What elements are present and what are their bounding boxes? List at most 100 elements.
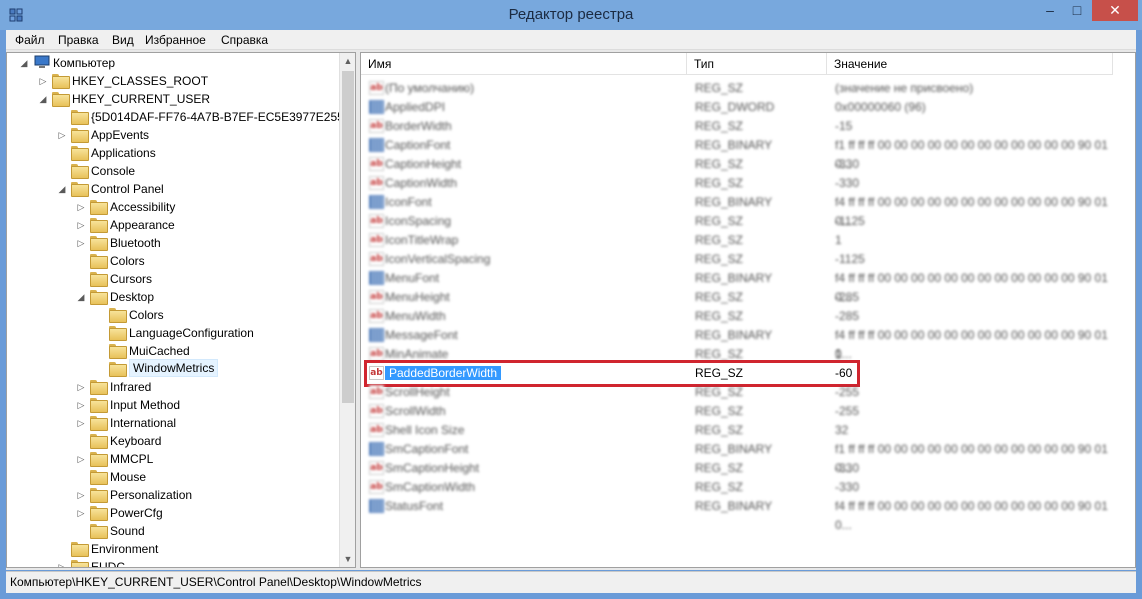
collapse-arrow-icon[interactable]: ◢ xyxy=(57,180,67,198)
expand-arrow-icon[interactable]: ▷ xyxy=(76,504,86,522)
value-row[interactable]: ab MenuHeight REG_SZ -285 xyxy=(361,288,1121,307)
value-name: StatusFont xyxy=(385,497,443,516)
expand-arrow-icon[interactable]: ▷ xyxy=(76,216,86,234)
maximize-button[interactable]: □ xyxy=(1063,0,1091,21)
values-list[interactable]: Имя Тип Значение ab (По умолчанию) REG_SZ(… xyxy=(360,52,1136,568)
tree-item[interactable]: MuiCached xyxy=(7,342,337,360)
tree-item[interactable]: ▷ Bluetooth xyxy=(7,234,337,252)
collapse-arrow-icon[interactable]: ◢ xyxy=(19,54,29,72)
folder-icon xyxy=(90,380,108,395)
column-header-data[interactable]: Значение xyxy=(827,53,1113,75)
folder-icon xyxy=(71,182,89,197)
value-row[interactable]: StatusFont REG_BINARY f4 ff ff ff 00 00 00… xyxy=(361,497,1121,532)
tree-label: Keyboard xyxy=(110,434,162,448)
value-data: 1 xyxy=(835,233,842,247)
scroll-down-arrow-icon[interactable]: ▼ xyxy=(340,551,355,567)
value-row[interactable]: ab ScrollWidth REG_SZ -255 xyxy=(361,402,1121,421)
value-row[interactable]: ab SmCaptionWidth REG_SZ -330 xyxy=(361,478,1121,497)
tree-item[interactable]: LanguageConfiguration xyxy=(7,324,337,342)
value-name-text: IconFont xyxy=(385,195,432,209)
value-data: -1125 xyxy=(835,214,865,228)
tree-item[interactable]: WindowMetrics xyxy=(7,359,337,378)
tree-item[interactable]: Sound xyxy=(7,522,337,540)
tree-item[interactable]: ◢ Desktop xyxy=(7,288,337,306)
tree-item[interactable]: ▷ Accessibility xyxy=(7,198,337,216)
value-row[interactable]: ab CaptionHeight REG_SZ -330 xyxy=(361,155,1121,174)
menu-file[interactable]: Файл xyxy=(15,33,45,47)
column-header-name[interactable]: Имя xyxy=(361,53,687,75)
value-type: REG_SZ xyxy=(695,233,744,247)
expand-arrow-icon[interactable]: ▷ xyxy=(38,72,48,90)
menu-view[interactable]: Вид xyxy=(112,33,134,47)
expand-arrow-icon[interactable]: ▷ xyxy=(57,558,67,567)
value-row[interactable]: SmCaptionFont REG_BINARY f1 ff ff ff 00 00… xyxy=(361,440,1121,475)
tree-item[interactable]: ▷ Input Method xyxy=(7,396,337,414)
tree-item[interactable]: {5D014DAF-FF76-4A7B-B7EF-EC5E3977E255} xyxy=(7,108,348,126)
tree-item[interactable]: ◢ Control Panel xyxy=(7,180,337,198)
expand-arrow-icon[interactable]: ▷ xyxy=(76,450,86,468)
value-row[interactable]: ab IconSpacing REG_SZ -1125 xyxy=(361,212,1121,231)
expand-arrow-icon[interactable]: ▷ xyxy=(76,234,86,252)
tree-item[interactable]: ▷ EUDC xyxy=(7,558,337,567)
value-row[interactable]: ab MenuWidth REG_SZ -285 xyxy=(361,307,1121,326)
value-row[interactable]: MenuFont REG_BINARY f4 ff ff ff 00 00 00 0… xyxy=(361,269,1121,304)
menu-favorites[interactable]: Избранное xyxy=(145,33,206,47)
expand-arrow-icon[interactable]: ▷ xyxy=(76,198,86,216)
value-name-text: IconTitleWrap xyxy=(385,233,459,247)
value-row[interactable]: ab IconTitleWrap REG_SZ 1 xyxy=(361,231,1121,250)
tree-item[interactable]: Cursors xyxy=(7,270,337,288)
tree-item[interactable]: ◢ HKEY_CURRENT_USER xyxy=(7,90,337,108)
tree-item[interactable]: Mouse xyxy=(7,468,337,486)
expand-arrow-icon[interactable]: ▷ xyxy=(76,414,86,432)
key-tree[interactable]: ◢ Компьютер ▷ HKEY_CLASSES_ROOT ◢ HKEY_CURR… xyxy=(6,52,356,568)
expand-arrow-icon[interactable]: ▷ xyxy=(76,396,86,414)
tree-item-computer[interactable]: ◢ Компьютер xyxy=(7,54,337,72)
scroll-thumb[interactable] xyxy=(342,71,354,403)
collapse-arrow-icon[interactable]: ◢ xyxy=(76,288,86,306)
menu-edit[interactable]: Правка xyxy=(58,33,99,47)
tree-item[interactable]: ▷ PowerCfg xyxy=(7,504,337,522)
value-row[interactable]: ab (По умолчанию) REG_SZ (значение не присв… xyxy=(361,79,1121,98)
tree-item[interactable]: Colors xyxy=(7,252,337,270)
value-type: REG_SZ xyxy=(695,309,744,323)
value-row[interactable]: MessageFont REG_BINARY f4 ff ff ff 00 00 0… xyxy=(361,326,1121,361)
expand-arrow-icon[interactable]: ▷ xyxy=(57,126,67,144)
string-value-icon: ab xyxy=(369,385,384,399)
value-row[interactable]: IconFont REG_BINARY f4 ff ff ff 00 00 00 0… xyxy=(361,193,1121,228)
value-row[interactable]: CaptionFont REG_BINARY f1 ff ff ff 00 00 0… xyxy=(361,136,1121,171)
expand-arrow-icon[interactable]: ▷ xyxy=(76,486,86,504)
tree-item[interactable]: ▷ HKEY_CLASSES_ROOT xyxy=(7,72,337,90)
value-row[interactable]: ab BorderWidth REG_SZ -15 xyxy=(361,117,1121,136)
scroll-up-arrow-icon[interactable]: ▲ xyxy=(340,53,355,69)
value-row[interactable]: ab IconVerticalSpacing REG_SZ -1125 xyxy=(361,250,1121,269)
value-row[interactable]: ab Shell Icon Size REG_SZ 32 xyxy=(361,421,1121,440)
tree-item[interactable]: ▷ Appearance xyxy=(7,216,337,234)
value-name: ScrollHeight xyxy=(385,383,450,402)
tree-item[interactable]: ▷ Infrared xyxy=(7,378,337,396)
value-row[interactable]: AppliedDPI REG_DWORD 0x00000060 (96) xyxy=(361,98,1121,117)
close-button[interactable]: ✕ xyxy=(1092,0,1138,21)
tree-item[interactable]: ▷ AppEvents xyxy=(7,126,337,144)
collapse-arrow-icon[interactable]: ◢ xyxy=(38,90,48,108)
tree-item[interactable]: Environment xyxy=(7,540,337,558)
value-name: IconFont xyxy=(385,193,432,212)
expand-arrow-icon[interactable]: ▷ xyxy=(76,378,86,396)
column-header-type[interactable]: Тип xyxy=(687,53,827,75)
tree-item[interactable]: ▷ MMCPL xyxy=(7,450,337,468)
tree-scrollbar[interactable]: ▲ ▼ xyxy=(339,53,355,567)
tree-item[interactable]: Colors xyxy=(7,306,337,324)
tree-item[interactable]: Keyboard xyxy=(7,432,337,450)
value-row[interactable]: ab ScrollHeight REG_SZ -255 xyxy=(361,383,1121,402)
string-value-icon: ab xyxy=(369,480,384,494)
tree-item[interactable]: ▷ Personalization xyxy=(7,486,337,504)
value-row[interactable]: ab SmCaptionHeight REG_SZ -330 xyxy=(361,459,1121,478)
tree-item[interactable]: Applications xyxy=(7,144,337,162)
minimize-button[interactable]: – xyxy=(1037,0,1063,21)
tree-item[interactable]: ▷ International xyxy=(7,414,337,432)
tree-item[interactable]: Console xyxy=(7,162,337,180)
title-bar: Редактор реестра – □ ✕ xyxy=(0,0,1142,30)
value-row[interactable]: ab CaptionWidth REG_SZ -330 xyxy=(361,174,1121,193)
value-name-text: MenuHeight xyxy=(385,290,450,304)
menu-help[interactable]: Справка xyxy=(221,33,268,47)
folder-icon xyxy=(90,398,108,413)
